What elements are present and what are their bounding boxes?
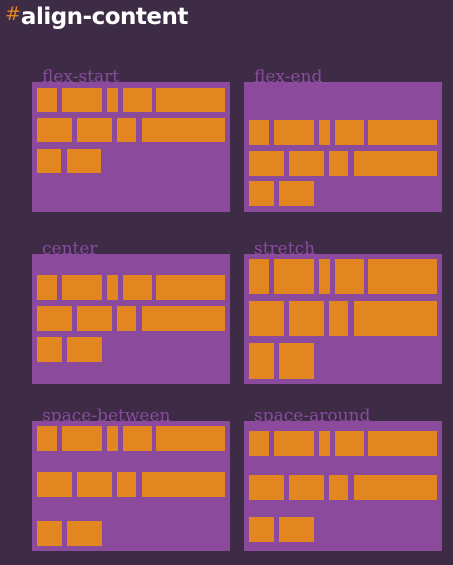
flex-container xyxy=(32,254,230,384)
flex-item xyxy=(289,475,324,500)
flex-item xyxy=(368,431,437,456)
flex-item xyxy=(319,120,330,145)
flex-item xyxy=(249,181,274,206)
flex-item xyxy=(249,120,269,145)
flex-item xyxy=(142,472,225,497)
flex-item xyxy=(335,259,364,294)
section-header: #align-content xyxy=(5,3,188,30)
flex-item xyxy=(368,259,437,294)
example-label: flex-start xyxy=(42,67,120,87)
flex-item xyxy=(37,472,72,497)
flex-item xyxy=(249,517,274,542)
flex-item xyxy=(37,521,62,546)
flex-item xyxy=(77,118,112,142)
flex-item xyxy=(354,151,437,176)
flex-item xyxy=(329,301,348,336)
flex-item xyxy=(123,275,152,300)
flex-item xyxy=(249,431,269,456)
flex-item xyxy=(67,521,102,546)
flex-item xyxy=(354,475,437,500)
example-label: space-around xyxy=(254,406,371,426)
flex-item xyxy=(319,431,330,456)
flex-item xyxy=(123,426,152,451)
flex-container xyxy=(32,421,230,551)
flex-item xyxy=(62,426,102,451)
example-label: space-between xyxy=(42,406,171,426)
flex-item xyxy=(107,426,118,451)
flex-item xyxy=(37,426,57,451)
flex-container xyxy=(244,254,442,384)
flex-item xyxy=(249,301,284,336)
flex-item xyxy=(249,151,284,176)
example-label: stretch xyxy=(254,239,316,259)
flex-item xyxy=(368,120,437,145)
flex-item xyxy=(249,343,274,379)
flex-item xyxy=(37,149,61,173)
flex-item xyxy=(335,431,364,456)
flex-item xyxy=(329,151,348,176)
flex-item xyxy=(279,343,314,379)
flex-item xyxy=(67,149,101,173)
flex-item xyxy=(37,88,57,112)
flex-item xyxy=(335,120,364,145)
flex-item xyxy=(289,151,324,176)
flex-container xyxy=(244,421,442,551)
flex-item xyxy=(117,306,136,331)
example-label: center xyxy=(42,239,98,259)
flex-item xyxy=(274,120,314,145)
flex-item xyxy=(37,337,62,362)
flex-container xyxy=(244,82,442,212)
flex-item xyxy=(142,118,225,142)
flex-item xyxy=(107,275,118,300)
flex-item xyxy=(77,472,112,497)
flex-item xyxy=(279,517,314,542)
flex-item xyxy=(37,118,72,142)
flex-item xyxy=(77,306,112,331)
flex-item xyxy=(37,275,57,300)
flex-item xyxy=(329,475,348,500)
flex-item xyxy=(274,259,314,294)
flex-item xyxy=(62,275,102,300)
flex-item xyxy=(117,118,136,142)
flex-item xyxy=(319,259,330,294)
flex-item xyxy=(107,88,118,112)
flex-item xyxy=(62,88,102,112)
flex-item xyxy=(67,337,102,362)
anchor-hash[interactable]: # xyxy=(5,3,21,25)
section-title: align-content xyxy=(20,4,188,30)
example-label: flex-end xyxy=(254,67,323,87)
flex-item xyxy=(249,475,284,500)
flex-item xyxy=(37,306,72,331)
flex-item xyxy=(156,426,225,451)
flex-item xyxy=(156,275,225,300)
flex-item xyxy=(279,181,314,206)
flex-container xyxy=(32,82,230,212)
flex-item xyxy=(289,301,324,336)
flex-item xyxy=(156,88,225,112)
flex-item xyxy=(117,472,136,497)
flex-item xyxy=(142,306,225,331)
flex-item xyxy=(123,88,152,112)
flex-item xyxy=(249,259,269,294)
flex-item xyxy=(274,431,314,456)
flex-item xyxy=(354,301,437,336)
